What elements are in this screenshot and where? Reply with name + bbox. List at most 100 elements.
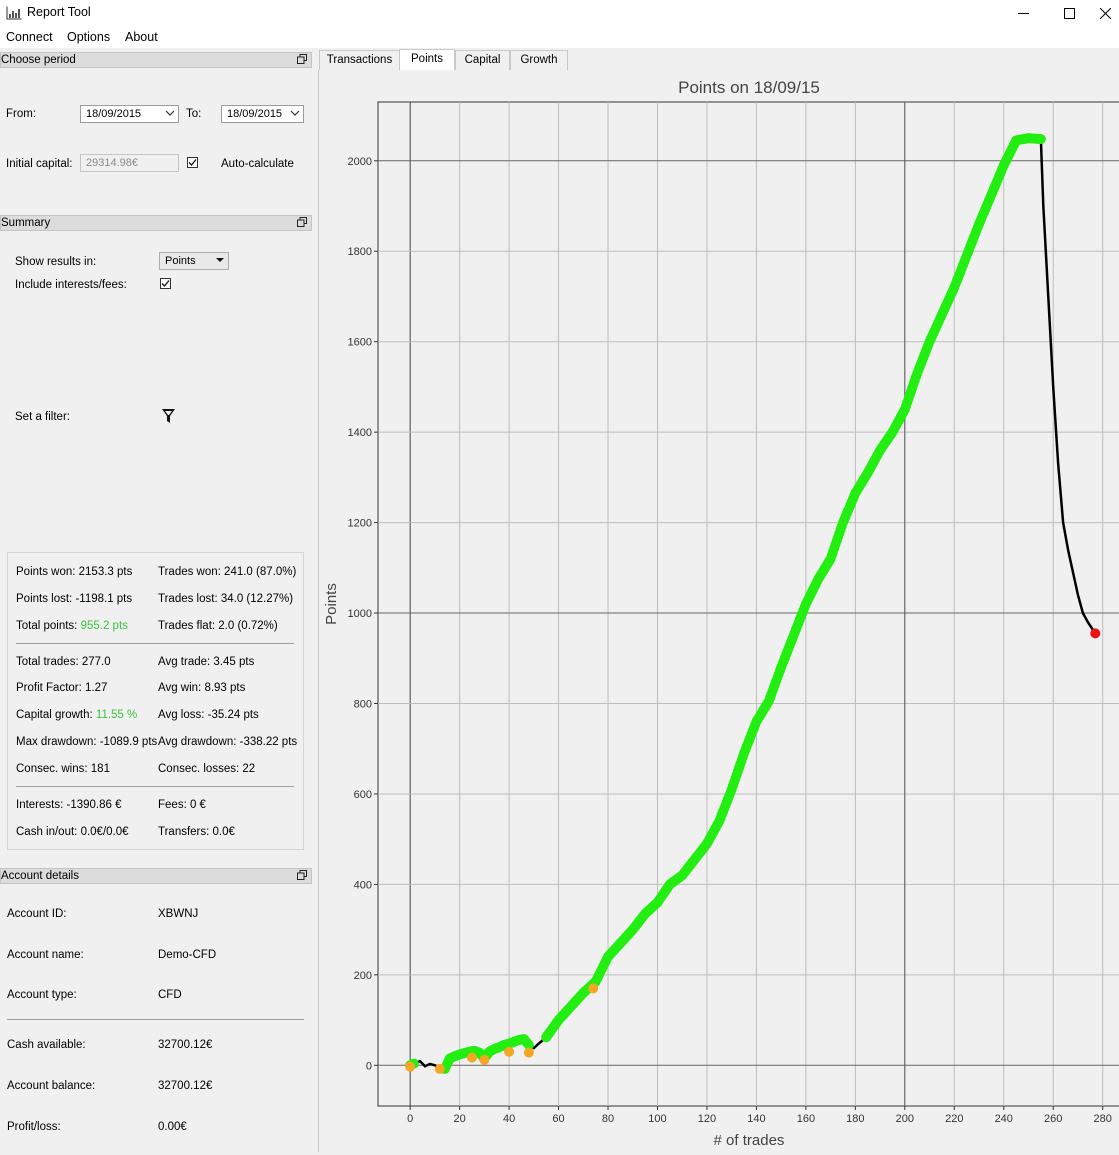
account-details-title: Account details: [1, 870, 79, 882]
chart-title: Points on 18/09/15: [678, 78, 820, 97]
float-window-icon[interactable]: [297, 217, 307, 227]
from-label: From:: [6, 108, 37, 120]
stat-max-drawdown: Max drawdown: -1089.9 pts: [16, 736, 158, 748]
flat-point: [479, 1054, 490, 1065]
menu-connect[interactable]: Connect: [6, 30, 53, 44]
y-tick-label: 800: [354, 698, 372, 710]
to-date-picker[interactable]: 18/09/2015: [221, 105, 304, 123]
x-axis-label: # of trades: [714, 1132, 785, 1149]
stat-avg-trade: Avg trade: 3.45 pts: [158, 656, 255, 668]
menu-options[interactable]: Options: [67, 30, 110, 44]
y-tick-label: 400: [354, 879, 372, 891]
close-button[interactable]: [1092, 0, 1119, 26]
flat-point: [504, 1046, 515, 1057]
win-point: [1035, 134, 1046, 145]
tab-growth[interactable]: Growth: [510, 50, 568, 70]
chevron-down-icon: [165, 110, 175, 116]
x-tick-label: 20: [453, 1113, 465, 1125]
stat-avg-win: Avg win: 8.93 pts: [158, 682, 246, 694]
x-tick-label: 140: [747, 1113, 765, 1125]
set-filter-label: Set a filter:: [15, 411, 70, 423]
minimize-button[interactable]: [1000, 0, 1046, 26]
y-tick-label: 2000: [348, 156, 372, 168]
window-title: Report Tool: [27, 5, 91, 19]
y-tick-label: 1000: [348, 608, 372, 620]
include-fees-checkbox[interactable]: [160, 278, 171, 289]
account-balance-value: 32700.12€: [158, 1080, 213, 1092]
x-tick-label: 0: [407, 1113, 413, 1125]
cash-available-value: 32700.12€: [158, 1039, 213, 1051]
stat-points-lost: Points lost: -1198.1 pts: [16, 593, 133, 605]
to-label: To:: [186, 108, 202, 120]
tab-transactions[interactable]: Transactions: [319, 50, 400, 70]
last-point: [1090, 628, 1101, 639]
summary-title: Summary: [1, 217, 51, 229]
to-date-value: 18/09/2015: [227, 108, 283, 120]
divider: [7, 1019, 304, 1020]
menu-bar: Connect Options About: [0, 26, 1119, 48]
x-tick-label: 60: [552, 1113, 564, 1125]
flat-point: [588, 983, 599, 994]
stat-avg-drawdown: Avg drawdown: -338.22 pts: [158, 736, 298, 748]
show-results-label: Show results in:: [15, 256, 97, 268]
chart-panel: 0 20 40 60 80 100 120 140 160 180 200 220 240 260 280 0…: [318, 70, 1119, 1152]
auto-calculate-label: Auto-calculate: [221, 158, 294, 170]
stat-interests: Interests: -1390.86 €: [16, 799, 122, 811]
stat-profit-factor: Profit Factor: 1.27: [16, 682, 108, 694]
stat-trades-won: Trades won: 241.0 (87.0%): [158, 566, 297, 578]
caret-down-icon: [216, 258, 224, 262]
filter-icon[interactable]: [161, 408, 176, 424]
profit-loss-label: Profit/loss:: [7, 1121, 61, 1133]
stat-avg-loss: Avg loss: -35.24 pts: [158, 709, 259, 721]
account-type-label: Account type:: [7, 989, 77, 1001]
menu-about[interactable]: About: [125, 30, 158, 44]
y-tick-label: 600: [354, 789, 372, 801]
choose-period-header: Choose period: [0, 52, 312, 68]
stat-consec-losses: Consec. losses: 22: [158, 763, 256, 775]
maximize-button[interactable]: [1046, 0, 1092, 26]
y-tick-label: 200: [354, 970, 372, 982]
stat-fees: Fees: 0 €: [158, 799, 206, 811]
from-date-value: 18/09/2015: [86, 108, 142, 120]
account-name-label: Account name:: [7, 949, 84, 961]
x-tick-label: 200: [896, 1113, 914, 1125]
checkmark-icon: [161, 280, 170, 287]
account-details-header: Account details: [0, 868, 312, 884]
summary-header: Summary: [0, 215, 312, 231]
account-type-value: CFD: [158, 989, 182, 1001]
stat-points-won: Points won: 2153.3 pts: [16, 566, 133, 578]
y-axis-label: Points: [323, 583, 340, 625]
x-tick-label: 40: [503, 1113, 515, 1125]
stat-total-points-value: 955.2 pts: [80, 620, 128, 632]
from-date-picker[interactable]: 18/09/2015: [80, 105, 179, 123]
x-tick-label: 180: [846, 1113, 864, 1125]
checkmark-icon: [188, 159, 197, 166]
y-tick-label: 0: [366, 1060, 372, 1072]
flat-point: [466, 1052, 477, 1063]
stat-capital-growth-label: Capital growth:: [16, 709, 96, 721]
x-tick-label: 220: [945, 1113, 963, 1125]
plot-area: [377, 101, 1119, 1107]
tab-points[interactable]: Points: [399, 49, 455, 71]
maximize-icon: [1063, 8, 1075, 19]
float-window-icon[interactable]: [297, 870, 307, 880]
stat-total-points: Total points: 955.2 pts: [16, 620, 128, 632]
stat-capital-growth: Capital growth: 11.55 %: [16, 709, 137, 721]
points-chart: 0 20 40 60 80 100 120 140 160 180 200 220 240 260 280 0…: [323, 78, 1119, 1149]
profit-loss-value: 0.00€: [158, 1121, 187, 1133]
x-tick-label: 160: [797, 1113, 815, 1125]
minimize-icon: [1017, 13, 1029, 14]
x-tick-label: 100: [648, 1113, 666, 1125]
tab-capital[interactable]: Capital: [455, 50, 510, 70]
divider: [16, 786, 294, 787]
stat-total-points-label: Total points:: [16, 620, 81, 632]
auto-calculate-checkbox[interactable]: [187, 157, 198, 168]
float-window-icon[interactable]: [297, 54, 307, 64]
flat-point: [405, 1061, 416, 1072]
include-fees-label: Include interests/fees:: [15, 279, 127, 291]
show-results-value: Points: [165, 255, 196, 267]
stat-cash-inout: Cash in/out: 0.0€/0.0€: [16, 826, 129, 838]
initial-capital-input[interactable]: 29314.98€: [80, 154, 179, 172]
y-tick-label: 1600: [348, 337, 372, 349]
show-results-select[interactable]: Points: [159, 252, 229, 270]
